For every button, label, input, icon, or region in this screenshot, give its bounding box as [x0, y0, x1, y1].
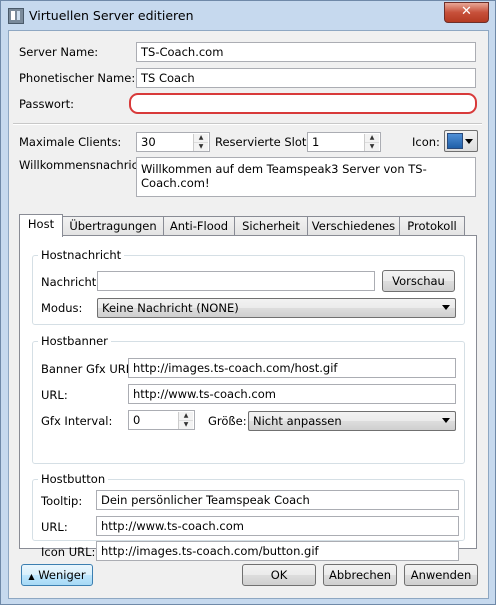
- phonetic-name-input[interactable]: TS Coach: [136, 68, 476, 88]
- tab-anti-flood[interactable]: Anti-Flood: [163, 216, 235, 235]
- less-button-label: Weniger: [38, 568, 86, 582]
- welcome-message-input[interactable]: Willkommen auf dem Teamspeak3 Server von…: [136, 157, 476, 197]
- mode-select-value: Keine Nachricht (NONE): [102, 301, 239, 315]
- server-icon: [447, 133, 463, 149]
- password-label: Passwort:: [19, 97, 75, 111]
- tab-panel-host: Hostnachricht Nachricht: Vorschau Modus:…: [19, 235, 477, 561]
- title-bar[interactable]: Virtuellen Server editieren ✕: [1, 1, 495, 30]
- app-icon: [8, 8, 24, 24]
- password-input[interactable]: [129, 93, 477, 114]
- tab-log[interactable]: Protokoll: [399, 216, 465, 235]
- gfx-interval-value: 0: [133, 413, 141, 427]
- message-input[interactable]: [97, 271, 375, 291]
- banner-gfx-url-label: Banner Gfx URL:: [41, 362, 137, 376]
- banner-url-label: URL:: [41, 388, 68, 402]
- welcome-message-label: Willkommensnachricht:: [19, 158, 154, 172]
- cancel-button[interactable]: Abbrechen: [323, 564, 397, 586]
- window-title: Virtuellen Server editieren: [29, 8, 194, 23]
- icon-picker-button[interactable]: [444, 130, 478, 152]
- icon-url-label: Icon URL:: [41, 545, 96, 559]
- server-name-label: Server Name:: [19, 45, 99, 59]
- dialog-body: Server Name: TS-Coach.com Phonetischer N…: [8, 30, 489, 599]
- tooltip-label: Tooltip:: [41, 494, 83, 508]
- spinner-arrows[interactable]: ▲ ▼: [364, 134, 379, 151]
- icon-url-input[interactable]: http://images.ts-coach.com/button.gif: [96, 541, 459, 561]
- spinner-arrows[interactable]: ▲ ▼: [193, 134, 208, 151]
- button-url-label: URL:: [41, 520, 68, 534]
- size-select[interactable]: Nicht anpassen: [248, 411, 456, 431]
- chevron-down-icon: [442, 418, 450, 423]
- message-label: Nachricht:: [41, 275, 101, 289]
- tab-transfers[interactable]: Übertragungen: [62, 216, 164, 235]
- hostmessage-group-title: Hostnachricht: [38, 248, 125, 262]
- mode-label: Modus:: [41, 301, 83, 315]
- less-button[interactable]: ▲ Weniger: [21, 564, 93, 586]
- max-clients-spinner[interactable]: 30 ▲ ▼: [136, 132, 210, 152]
- hostbutton-group-title: Hostbutton: [38, 472, 109, 486]
- tab-misc[interactable]: Verschiedenes: [307, 216, 400, 235]
- reserved-slots-label: Reservierte Slots:: [215, 135, 317, 149]
- ok-button[interactable]: OK: [242, 564, 316, 586]
- max-clients-value: 30: [141, 135, 156, 149]
- banner-gfx-url-input[interactable]: http://images.ts-coach.com/host.gif: [128, 358, 456, 378]
- apply-button[interactable]: Anwenden: [404, 564, 478, 586]
- gfx-interval-label: Gfx Interval:: [41, 414, 113, 428]
- tab-security[interactable]: Sicherheit: [234, 216, 308, 235]
- mode-select[interactable]: Keine Nachricht (NONE): [97, 298, 456, 318]
- server-name-input[interactable]: TS-Coach.com: [136, 42, 476, 62]
- icon-label: Icon:: [412, 135, 440, 149]
- size-select-value: Nicht anpassen: [253, 414, 342, 428]
- close-button[interactable]: ✕: [444, 2, 489, 23]
- chevron-up-icon: ▲: [28, 572, 35, 581]
- dialog-window: Virtuellen Server editieren ✕ Server Nam…: [0, 0, 496, 605]
- button-url-input[interactable]: http://www.ts-coach.com: [96, 516, 459, 536]
- spinner-arrows[interactable]: ▲ ▼: [178, 412, 193, 429]
- separator: [13, 123, 482, 125]
- tooltip-input[interactable]: Dein persönlicher Teamspeak Coach: [96, 490, 459, 510]
- reserved-slots-value: 1: [312, 135, 320, 149]
- max-clients-label: Maximale Clients:: [19, 135, 122, 149]
- preview-button[interactable]: Vorschau: [382, 270, 455, 292]
- banner-url-input[interactable]: http://www.ts-coach.com: [128, 384, 456, 404]
- tab-host[interactable]: Host: [19, 214, 63, 237]
- gfx-interval-spinner[interactable]: 0 ▲ ▼: [128, 410, 195, 430]
- size-label: Größe:: [208, 414, 247, 428]
- hostbanner-group-title: Hostbanner: [38, 334, 111, 348]
- chevron-down-icon: [442, 305, 450, 310]
- chevron-down-icon: [465, 139, 473, 144]
- phonetic-name-label: Phonetischer Name:: [19, 71, 136, 85]
- reserved-slots-spinner[interactable]: 1 ▲ ▼: [307, 132, 381, 152]
